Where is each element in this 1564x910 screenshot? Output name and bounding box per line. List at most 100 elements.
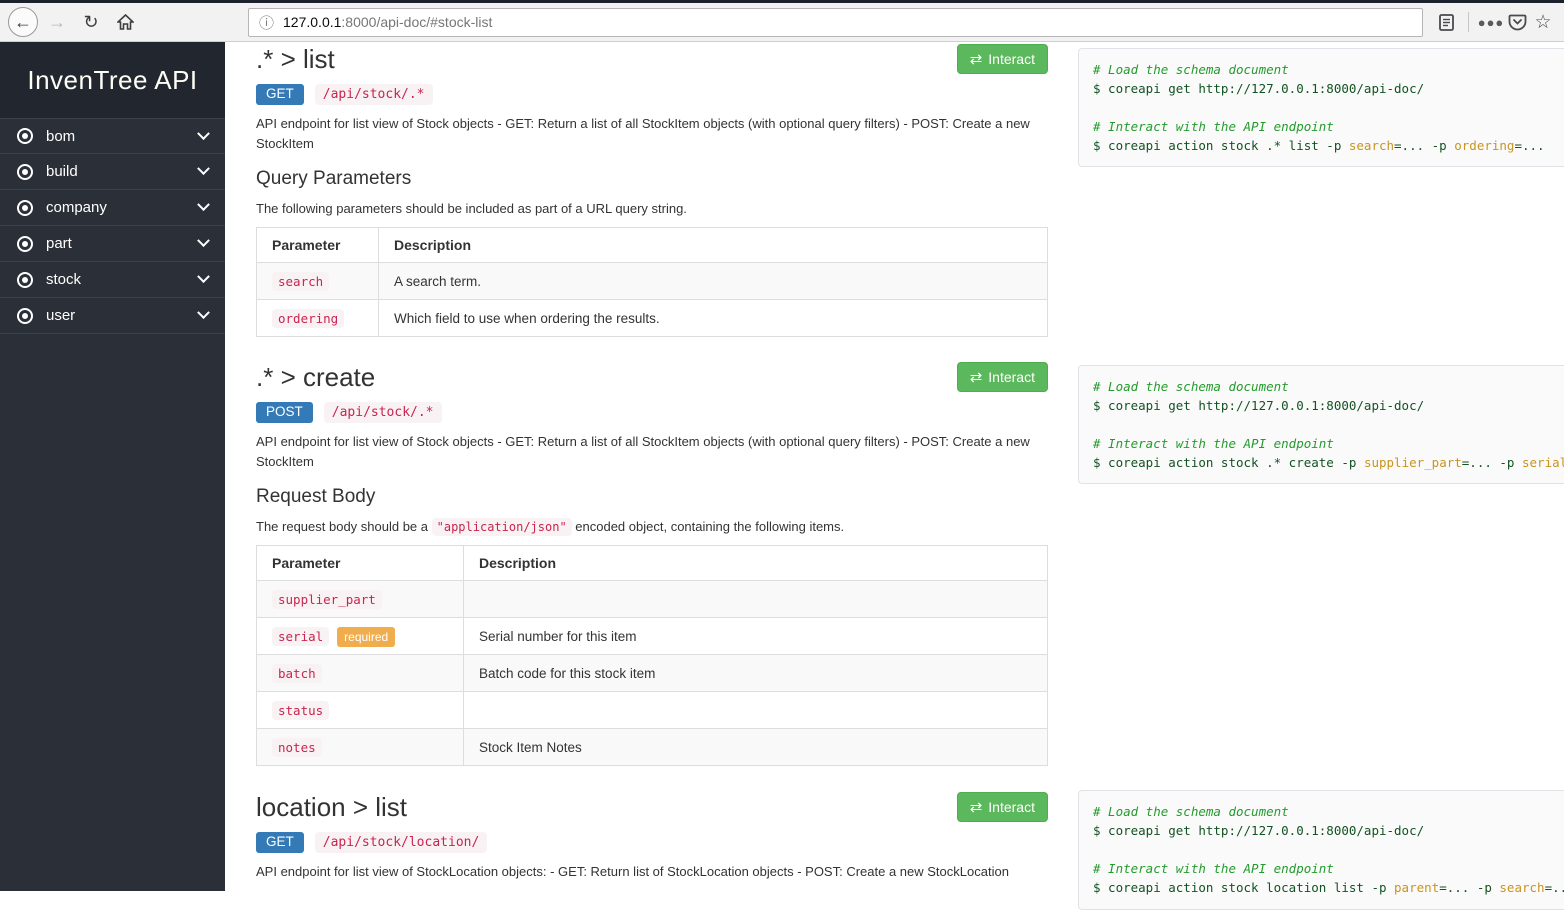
record-icon	[17, 236, 33, 252]
browser-chrome: ← → ↻ ⓘ 127.0.0.1:8000/api-doc/#stock-li…	[0, 0, 1564, 42]
content-type-code: "application/json"	[432, 518, 572, 536]
chevron-down-icon	[197, 234, 210, 247]
swap-arrows-icon: ⇄	[970, 370, 983, 385]
endpoint-path: /api/stock/location/	[315, 832, 488, 853]
param-name: batch	[272, 664, 322, 683]
table-row: ordering Which field to use when orderin…	[257, 300, 1048, 337]
reader-mode-button[interactable]	[1433, 9, 1459, 35]
code-snippet-stock-create: # Load the schema document$ coreapi get …	[1078, 365, 1564, 484]
star-icon: ☆	[1534, 11, 1551, 34]
endpoint-description: API endpoint for list view of Stock obje…	[256, 114, 1048, 154]
url-host: 127.0.0.1	[283, 14, 341, 30]
method-badge: POST	[256, 402, 313, 423]
site-info-icon[interactable]: ⓘ	[259, 12, 274, 33]
endpoint-path: /api/stock/.*	[324, 402, 442, 423]
section-title: location > list	[256, 792, 1048, 822]
ellipsis-icon: ●●●	[1478, 15, 1505, 30]
record-icon	[17, 308, 33, 324]
reader-mode-icon	[1439, 14, 1454, 31]
param-name: supplier_part	[272, 590, 382, 609]
section-title: .* > create	[256, 362, 1048, 392]
sidebar-item-label: stock	[46, 271, 81, 288]
reload-icon: ↻	[83, 12, 98, 33]
record-icon	[17, 272, 33, 288]
url-path: :8000/api-doc/#stock-list	[341, 14, 492, 30]
param-description: A search term.	[379, 263, 1048, 300]
back-button[interactable]: ←	[8, 7, 38, 37]
record-icon	[17, 164, 33, 180]
table-row: serialrequired Serial number for this it…	[257, 618, 1048, 655]
table-row: notes Stock Item Notes	[257, 729, 1048, 766]
table-row: batch Batch code for this stock item	[257, 655, 1048, 692]
required-badge: required	[337, 627, 395, 647]
method-badge: GET	[256, 84, 304, 105]
interact-button[interactable]: ⇄ Interact	[957, 792, 1048, 822]
query-parameters-table: Parameter Description search A search te…	[256, 227, 1048, 337]
code-snippet-stock-list: # Load the schema document$ coreapi get …	[1078, 48, 1564, 167]
param-name: search	[272, 272, 329, 291]
section-stock-create: .* > create ⇄ Interact POST /api/stock/.…	[256, 362, 1048, 766]
param-description	[464, 692, 1048, 729]
param-name: status	[272, 701, 329, 720]
swap-arrows-icon: ⇄	[970, 800, 983, 815]
code-snippet-location-list: # Load the schema document$ coreapi get …	[1078, 790, 1564, 910]
record-icon	[17, 200, 33, 216]
sidebar-item-part[interactable]: part	[0, 226, 225, 262]
column-header-parameter: Parameter	[257, 546, 464, 581]
browser-toolbar: ← → ↻ ⓘ 127.0.0.1:8000/api-doc/#stock-li…	[0, 3, 1564, 42]
forward-button[interactable]: →	[42, 7, 72, 37]
query-parameters-heading: Query Parameters	[256, 168, 1048, 190]
sidebar-item-build[interactable]: build	[0, 154, 225, 190]
toolbar-separator	[1468, 12, 1469, 32]
sidebar-item-stock[interactable]: stock	[0, 262, 225, 298]
note-text: encoded object, containing the following…	[572, 519, 844, 534]
endpoint-description: API endpoint for list view of Stock obje…	[256, 432, 1048, 472]
interact-button[interactable]: ⇄ Interact	[957, 362, 1048, 392]
home-button[interactable]	[110, 7, 140, 37]
method-badge: GET	[256, 832, 304, 853]
sidebar-item-label: build	[46, 163, 78, 180]
url-bar[interactable]: ⓘ 127.0.0.1:8000/api-doc/#stock-list	[248, 8, 1423, 37]
chevron-down-icon	[197, 270, 210, 283]
param-name: ordering	[272, 309, 344, 328]
table-row: search A search term.	[257, 263, 1048, 300]
back-arrow-icon: ←	[14, 12, 32, 33]
param-name: notes	[272, 738, 322, 757]
interact-label: Interact	[988, 799, 1035, 815]
forward-arrow-icon: →	[48, 12, 66, 33]
column-header-description: Description	[379, 228, 1048, 263]
home-icon	[117, 14, 134, 30]
sidebar-item-label: bom	[46, 128, 75, 145]
column-header-parameter: Parameter	[257, 228, 379, 263]
interact-button[interactable]: ⇄ Interact	[957, 44, 1048, 74]
param-description: Stock Item Notes	[464, 729, 1048, 766]
request-body-note: The request body should be a "applicatio…	[256, 519, 1048, 534]
sidebar-item-company[interactable]: company	[0, 190, 225, 226]
sidebar-item-label: user	[46, 307, 75, 324]
chevron-down-icon	[197, 127, 210, 140]
section-title: .* > list	[256, 44, 1048, 74]
param-name: serial	[272, 627, 329, 646]
app-title: InvenTree API	[0, 42, 225, 118]
endpoint-description: API endpoint for list view of StockLocat…	[256, 862, 1048, 882]
request-body-heading: Request Body	[256, 486, 1048, 508]
sidebar-item-user[interactable]: user	[0, 298, 225, 334]
section-stock-list: .* > list ⇄ Interact GET /api/stock/.* A…	[256, 44, 1048, 337]
param-description: Which field to use when ordering the res…	[379, 300, 1048, 337]
query-parameters-note: The following parameters should be inclu…	[256, 201, 1048, 216]
endpoint-path: /api/stock/.*	[315, 84, 433, 105]
reload-button[interactable]: ↻	[76, 7, 106, 37]
sidebar-nav: bom build company part stock user	[0, 118, 225, 334]
param-description: Batch code for this stock item	[464, 655, 1048, 692]
page-actions-button[interactable]: ●●●	[1478, 9, 1504, 35]
sidebar: InvenTree API bom build company part sto…	[0, 42, 225, 891]
sidebar-item-bom[interactable]: bom	[0, 118, 225, 154]
bookmark-button[interactable]: ☆	[1530, 9, 1556, 35]
chevron-down-icon	[197, 306, 210, 319]
param-description	[464, 581, 1048, 618]
sidebar-item-label: part	[46, 235, 72, 252]
pocket-button[interactable]	[1504, 9, 1530, 35]
table-row: status	[257, 692, 1048, 729]
chevron-down-icon	[197, 198, 210, 211]
sidebar-item-label: company	[46, 199, 107, 216]
